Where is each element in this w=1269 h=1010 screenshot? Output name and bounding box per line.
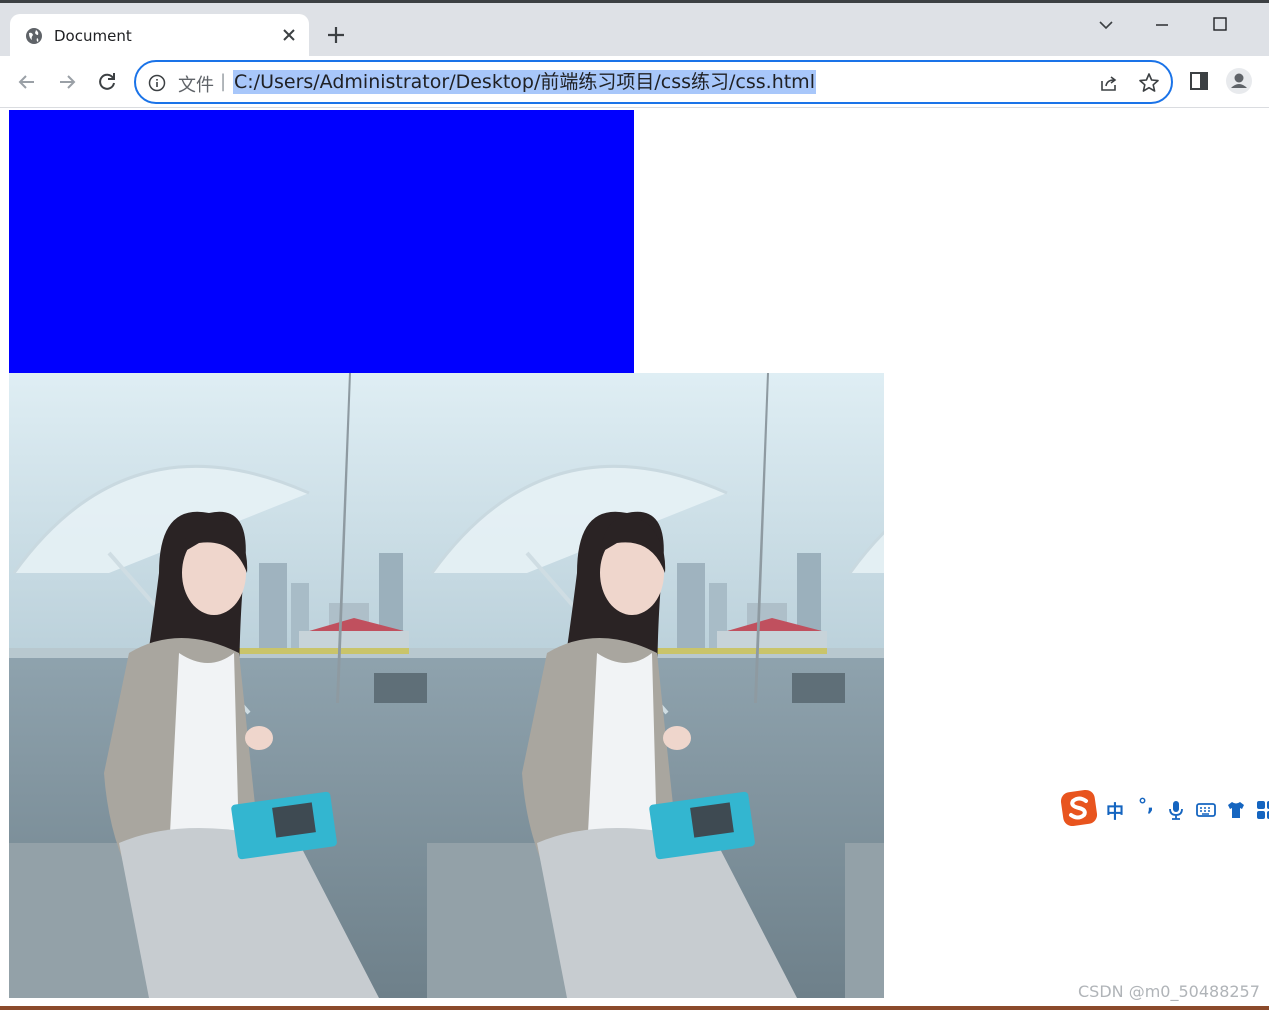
browser-toolbar: 文件 | C:/Users/Administrator/Desktop/前端练习…: [0, 56, 1269, 108]
photo-tile: [427, 373, 845, 998]
maximize-icon[interactable]: [1207, 12, 1233, 38]
photo-tile: [9, 373, 427, 998]
ime-toolbar: 中 °,: [1058, 787, 1269, 829]
sogou-s-icon[interactable]: [1060, 789, 1098, 827]
ime-punct-label[interactable]: °,: [1138, 795, 1154, 816]
address-scheme-label: 文件: [178, 75, 214, 96]
plus-icon[interactable]: [326, 25, 346, 45]
address-separator: |: [220, 71, 227, 92]
address-url-text[interactable]: C:/Users/Administrator/Desktop/前端练习项目/cs…: [233, 70, 816, 94]
ime-mode-label[interactable]: 中: [1106, 798, 1124, 824]
share-icon[interactable]: [1098, 72, 1120, 94]
blue-box: [9, 110, 634, 373]
forward-icon[interactable]: [54, 69, 80, 95]
reload-icon[interactable]: [94, 69, 120, 95]
minimize-icon[interactable]: [1149, 12, 1175, 38]
tab-document[interactable]: Document: [10, 14, 309, 56]
repeated-background-photo: [9, 373, 884, 998]
info-icon[interactable]: [148, 74, 166, 92]
microphone-icon[interactable]: [1166, 800, 1186, 820]
photo-tile: [845, 373, 884, 998]
apps-grid-icon[interactable]: [1256, 800, 1269, 820]
bookmark-star-icon[interactable]: [1138, 72, 1160, 94]
close-icon[interactable]: [280, 26, 298, 44]
keyboard-icon[interactable]: [1196, 800, 1216, 820]
back-icon[interactable]: [14, 69, 40, 95]
side-panel-icon[interactable]: [1187, 69, 1211, 93]
csdn-watermark: CSDN @m0_50488257: [1078, 982, 1260, 1001]
profile-avatar-icon[interactable]: [1225, 67, 1253, 95]
address-bar[interactable]: 文件 | C:/Users/Administrator/Desktop/前端练习…: [134, 60, 1173, 104]
tab-title: Document: [54, 27, 132, 45]
globe-icon: [26, 28, 42, 44]
skin-shirt-icon[interactable]: [1226, 800, 1246, 820]
page-viewport: [0, 109, 1269, 1006]
tab-search-icon[interactable]: [1093, 12, 1119, 38]
tab-strip: Document: [0, 3, 1269, 56]
taskbar-edge: [0, 1006, 1269, 1010]
